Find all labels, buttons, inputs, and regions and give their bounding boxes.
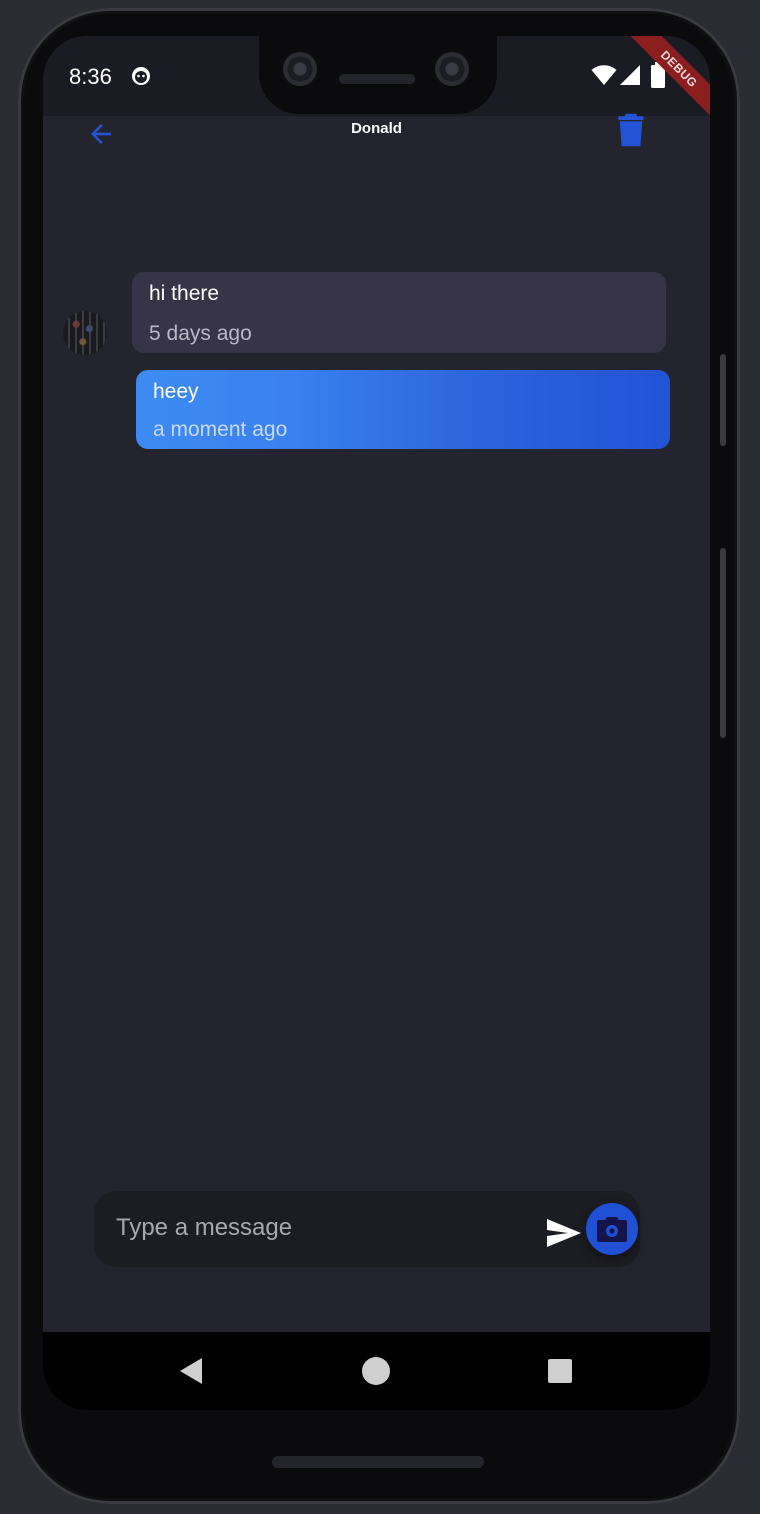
message-bubble-sent[interactable]: heey a moment ago: [136, 370, 670, 449]
triangle-back-icon: [180, 1358, 202, 1384]
power-button: [720, 354, 726, 446]
front-camera-right: [435, 52, 469, 86]
nav-back-button[interactable]: [174, 1354, 208, 1388]
trash-icon: [618, 113, 644, 147]
send-button[interactable]: [544, 1215, 584, 1251]
status-bar: 8:36 DEBUG: [43, 36, 710, 123]
message-timestamp: a moment ago: [153, 418, 288, 441]
app-bar: Donald: [43, 113, 710, 176]
message-text: heey: [153, 380, 199, 403]
message-timestamp: 5 days ago: [149, 322, 252, 345]
message-bubble-received[interactable]: hi there 5 days ago: [132, 272, 666, 353]
app-notification-icon: [132, 67, 150, 85]
chat-title: Donald: [351, 120, 402, 137]
send-icon: [547, 1219, 581, 1247]
front-camera-left: [283, 52, 317, 86]
app-screen: 8:36 DEBUG Donald hi there 5 days ago he…: [43, 36, 710, 1410]
system-nav-bar: [43, 1332, 710, 1410]
nav-home-button[interactable]: [359, 1354, 393, 1388]
wifi-icon: [591, 65, 617, 85]
earpiece-speaker: [339, 74, 415, 84]
message-composer: [94, 1191, 640, 1267]
bottom-speaker: [272, 1456, 484, 1468]
circle-home-icon: [362, 1357, 390, 1385]
nav-recents-button[interactable]: [543, 1354, 577, 1388]
contact-avatar[interactable]: [63, 311, 107, 355]
square-recents-icon: [548, 1359, 572, 1383]
signal-icon: [620, 65, 640, 85]
delete-chat-button[interactable]: [613, 110, 649, 150]
message-input[interactable]: [114, 1207, 528, 1249]
volume-button: [720, 548, 726, 738]
status-time: 8:36: [69, 64, 112, 89]
camera-notch: [259, 36, 497, 114]
camera-icon: [597, 1217, 627, 1242]
message-text: hi there: [149, 282, 220, 305]
camera-button[interactable]: [586, 1203, 638, 1255]
